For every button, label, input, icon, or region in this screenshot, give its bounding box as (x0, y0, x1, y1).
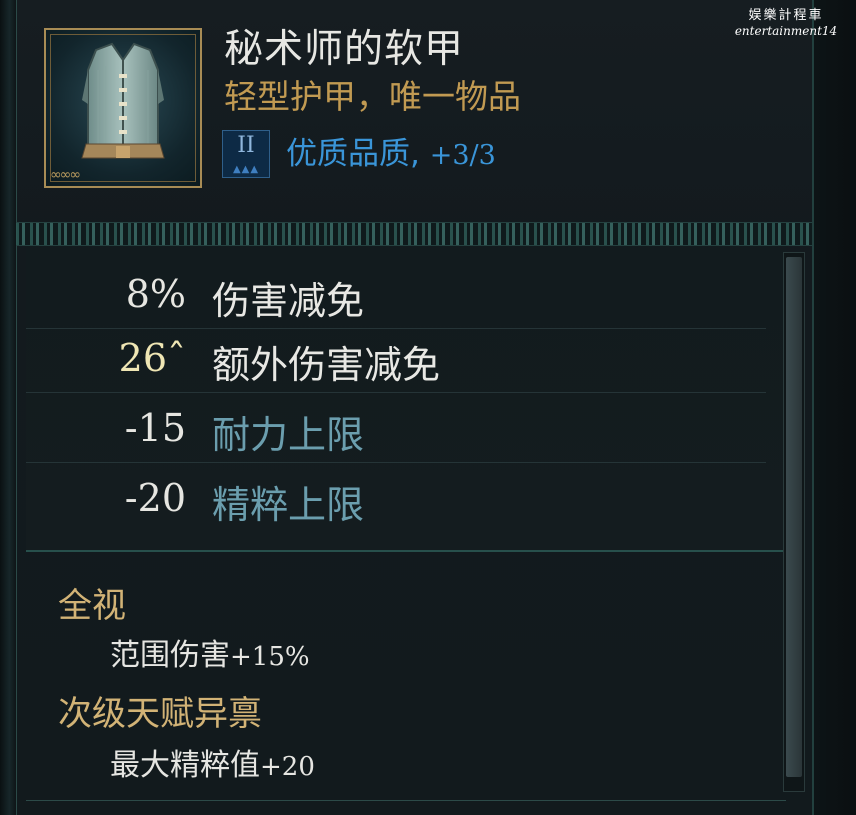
enchantment-detail-value: +15% (230, 642, 310, 672)
watermark-line2: entertainment14 (734, 24, 838, 38)
section-divider (26, 550, 786, 552)
stat-value: 26ˆ (118, 336, 186, 380)
stat-row: -20 精粹上限 (26, 468, 766, 532)
enchantment-detail-text: 最大精粹值 (110, 748, 260, 783)
stat-row: 8% 伤害减免 (26, 264, 766, 329)
stat-value: -20 (124, 476, 186, 520)
enchantment-detail: 范围伤害+15% (110, 630, 310, 674)
item-tooltip-panel: 娱樂計程車 entertainment14 ∞∞∞ 秘术师的软甲 轻型护甲，唯一… (0, 0, 856, 815)
enchantment-detail-text: 范围伤害 (110, 638, 230, 673)
quality-pips-icon: ▲▲▲ (232, 164, 260, 175)
item-portrait: ∞∞∞ (44, 28, 202, 188)
enchantment-title: 次级天赋异禀 (58, 694, 262, 734)
item-type-line: 轻型护甲，唯一物品 (224, 77, 521, 116)
cloth-vest-icon (81, 42, 165, 159)
stat-value: -15 (124, 406, 186, 450)
right-frame-border (812, 0, 856, 815)
quality-label: 优质品质, +3/3 (286, 128, 496, 173)
quality-tier-badge: II ▲▲▲ (222, 130, 270, 178)
enchantment-detail: 最大精粹值+20 (110, 740, 315, 784)
watermark: 娱樂計程車 entertainment14 (726, 4, 846, 38)
stat-label: 伤害减免 (212, 279, 365, 323)
scrollbar-thumb[interactable] (786, 257, 802, 777)
stat-row: -15 耐力上限 (26, 398, 766, 463)
left-frame-border (0, 0, 17, 815)
stat-label: 额外伤害减免 (212, 343, 441, 387)
scrollbar[interactable] (783, 252, 805, 792)
enchantment-title: 全视 (58, 586, 126, 626)
bottom-divider (26, 800, 786, 801)
quality-tier-numeral: II (237, 133, 255, 158)
stat-label: 精粹上限 (212, 483, 365, 527)
ornamental-divider (16, 222, 812, 246)
watermark-line1: 娱樂計程車 (748, 8, 824, 23)
stat-label: 耐力上限 (212, 413, 365, 457)
knot-ornament-icon: ∞∞∞ (50, 167, 81, 183)
stat-row: 26ˆ 额外伤害减免 (26, 328, 766, 393)
item-name: 秘术师的软甲 (224, 27, 465, 72)
quality-label-text: 优质品质, (286, 136, 420, 172)
quality-value: +3/3 (429, 140, 496, 171)
enchantment-detail-value: +20 (260, 752, 315, 782)
stat-value: 8% (125, 272, 186, 316)
